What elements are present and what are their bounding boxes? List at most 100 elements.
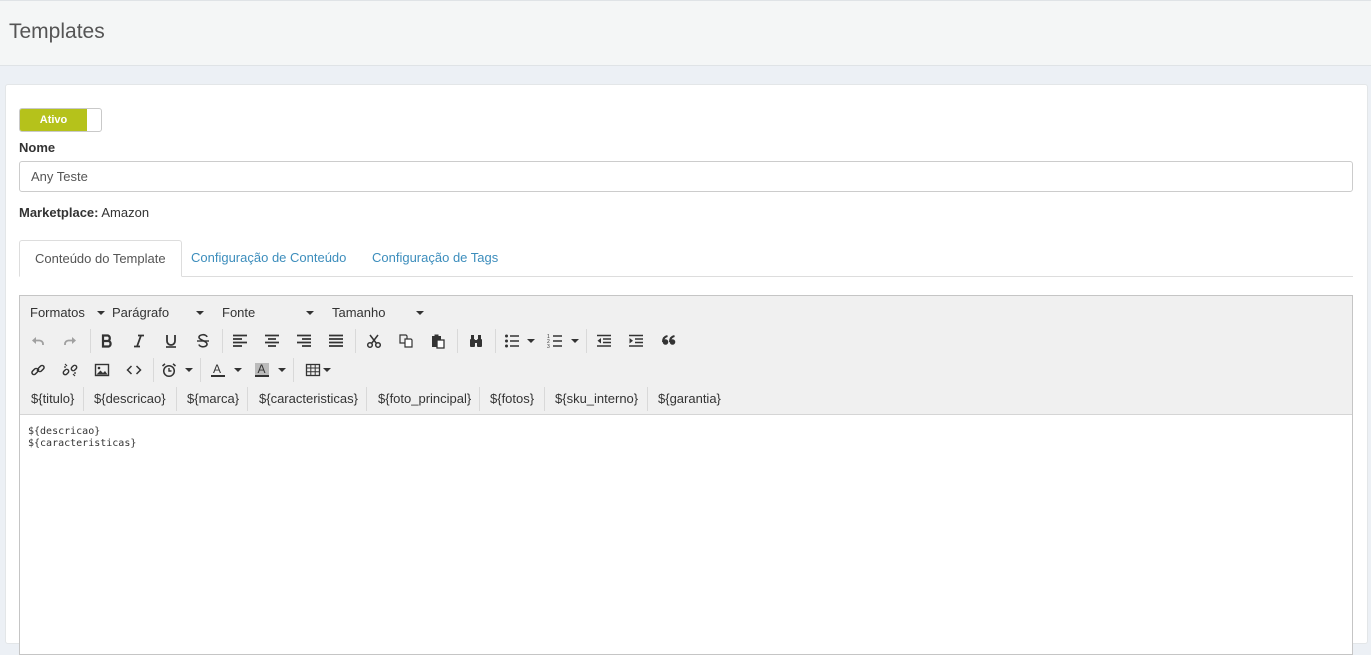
background-color-dropdown[interactable] [276,358,288,382]
svg-text:3: 3 [547,344,550,349]
rich-text-editor: Formatos Parágrafo Fonte Tamanho 1 2 3 A… [19,295,1353,655]
paragraph-menu-label: Parágrafo [112,305,170,320]
tag-button-caracteristicas[interactable]: ${caracteristicas} [259,388,358,410]
italic-button[interactable] [126,329,152,353]
blockquote-button[interactable] [656,329,682,353]
indent-icon [629,334,643,347]
name-input[interactable] [19,161,1353,192]
paste-icon [432,334,445,349]
align-right-button[interactable] [291,329,317,353]
chevron-down-icon [234,368,242,372]
formats-menu-label: Formatos [30,305,85,320]
background-color-icon: A [255,362,269,377]
datetime-dropdown[interactable] [183,358,195,382]
align-justify-icon [329,334,343,347]
numbered-list-dropdown[interactable] [569,329,581,353]
chevron-down-icon [196,311,204,315]
toolbar-divider [495,329,496,353]
align-center-button[interactable] [259,329,285,353]
content-line: ${caracteristicas} [28,438,137,449]
toolbar-divider [647,387,648,411]
svg-text:A: A [213,362,221,376]
toolbar-divider [90,329,91,353]
code-icon [126,365,142,375]
tag-button-marca[interactable]: ${marca} [187,388,239,410]
background-color-button[interactable]: A [249,358,275,382]
size-menu[interactable]: Tamanho [332,303,432,323]
bullet-list-button[interactable] [499,329,525,353]
page-title: Templates [9,20,105,43]
cut-button[interactable] [361,329,387,353]
chevron-down-icon [97,311,105,315]
align-right-icon [297,334,311,347]
font-menu[interactable]: Fonte [222,303,322,323]
copy-button[interactable] [393,329,419,353]
font-menu-label: Fonte [222,305,256,320]
size-menu-label: Tamanho [332,305,386,320]
scissors-icon [366,334,382,349]
toolbar-divider [222,329,223,353]
insert-image-button[interactable] [89,358,115,382]
underline-button[interactable] [158,329,184,353]
numbered-list-button[interactable]: 123 [542,329,568,353]
strikethrough-button[interactable] [190,329,216,353]
unlink-icon [62,363,78,377]
bullet-list-dropdown[interactable] [525,329,537,353]
insert-link-button[interactable] [25,358,51,382]
content-line: ${descricao} [28,426,101,437]
outdent-button[interactable] [591,329,617,353]
align-justify-button[interactable] [323,329,349,353]
bold-button[interactable] [94,329,120,353]
align-center-icon [265,334,279,347]
table-dropdown[interactable] [321,358,333,382]
link-icon [31,364,45,376]
tag-button-descricao[interactable]: ${descricao} [94,388,166,410]
toolbar-divider [366,387,367,411]
insert-datetime-button[interactable] [156,358,182,382]
marketplace-value: Amazon [101,205,150,220]
tag-button-garantia[interactable]: ${garantia} [658,388,721,410]
alarm-clock-icon [162,363,176,378]
text-color-dropdown[interactable] [232,358,244,382]
redo-icon [64,337,76,345]
formats-menu[interactable]: Formatos [30,303,105,323]
editor-content-area[interactable]: ${descricao} ${caracteristicas} [20,416,1352,654]
toolbar-divider [83,387,84,411]
underline-icon [166,335,176,348]
toolbar-divider [479,387,480,411]
tag-button-foto-principal[interactable]: ${foto_principal} [378,388,471,410]
tab-tags-config[interactable]: Configuração de Tags [357,240,513,277]
redo-button[interactable] [57,329,83,353]
numbered-list-icon: 123 [547,334,562,349]
tab-template-content[interactable]: Conteúdo do Template [19,240,182,277]
binoculars-icon [470,335,482,347]
tab-content-config[interactable]: Configuração de Conteúdo [176,240,361,277]
remove-link-button[interactable] [57,358,83,382]
paste-button[interactable] [425,329,451,353]
svg-text:A: A [258,362,266,376]
chevron-down-icon [416,311,424,315]
chevron-down-icon [571,339,579,343]
source-code-button[interactable] [121,358,147,382]
text-color-button[interactable]: A [205,358,231,382]
align-left-button[interactable] [227,329,253,353]
tag-button-fotos[interactable]: ${fotos} [490,388,534,410]
editor-toolbar: Formatos Parágrafo Fonte Tamanho 1 2 3 A… [20,296,1352,415]
active-toggle[interactable]: Ativo [19,108,102,132]
chevron-down-icon [306,311,314,315]
undo-button[interactable] [25,329,51,353]
active-toggle-label: Ativo [20,109,87,131]
paragraph-menu[interactable]: Parágrafo [112,303,212,323]
image-icon [94,363,110,377]
chevron-down-icon [185,368,193,372]
tag-button-titulo[interactable]: ${titulo} [31,388,74,410]
chevron-down-icon [278,368,286,372]
toolbar-divider [457,329,458,353]
tabs-bar: Conteúdo do Template Configuração de Con… [19,240,1353,277]
find-replace-button[interactable] [463,329,489,353]
indent-button[interactable] [623,329,649,353]
marketplace-label: Marketplace: [19,205,99,220]
tag-button-sku-interno[interactable]: ${sku_interno} [555,388,638,410]
outdent-icon [597,334,611,347]
page-header: Templates [0,0,1371,66]
